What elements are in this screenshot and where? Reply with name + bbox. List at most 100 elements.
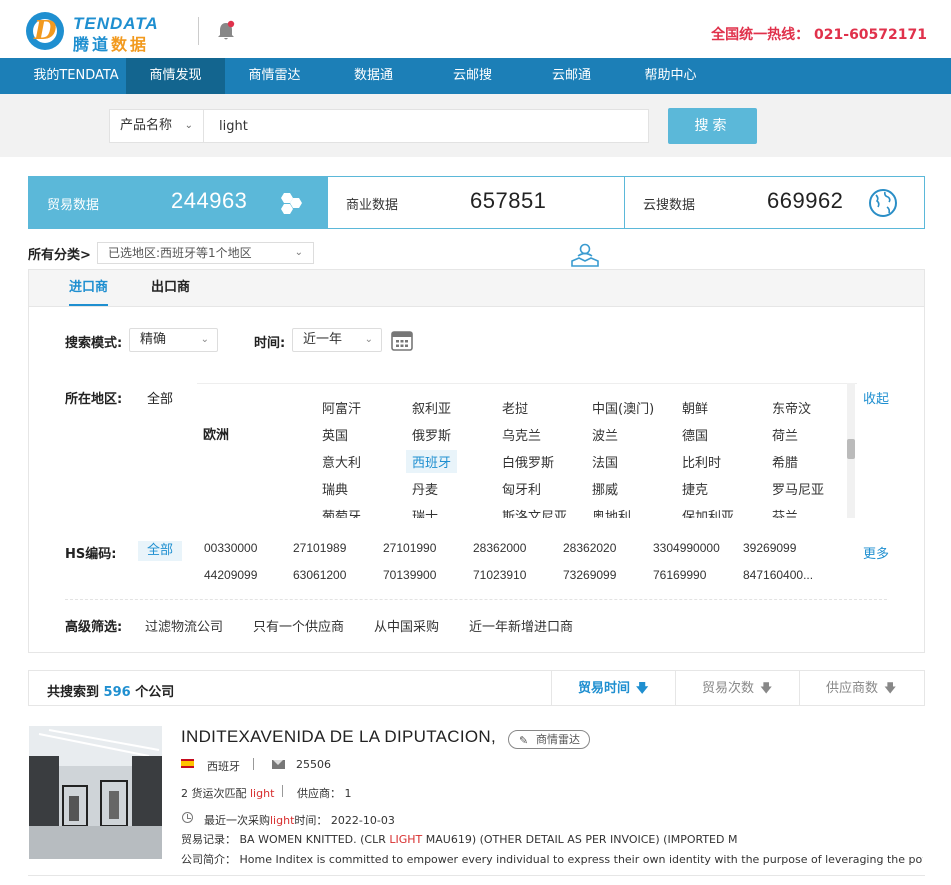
region-item[interactable]: 斯洛文尼亚 [502,506,567,518]
match-count: 2 货运次匹配 light [181,787,275,800]
hs-code[interactable]: 73269099 [563,568,616,582]
hs-code[interactable]: 3304990000 [653,541,720,555]
company-name[interactable]: INDITEXAVENIDA DE LA DIPUTACION, [181,727,496,747]
hs-code[interactable]: 71023910 [473,568,526,582]
nav-help[interactable]: 帮助中心 [621,58,720,94]
hs-all[interactable]: 全部 [138,541,182,561]
advanced-filter-label: 高级筛选: [65,620,123,635]
region-item[interactable]: 比利时 [682,452,721,471]
divider [65,599,887,600]
hs-code[interactable]: 847160400... [743,568,813,582]
region-item[interactable]: 荷兰 [772,425,798,444]
region-item[interactable]: 瑞典 [322,479,348,498]
nav-data-tong[interactable]: 数据通 [324,58,423,94]
collapse-link[interactable]: 收起 [863,388,889,407]
nav-cloud-mail[interactable]: 云邮通 [522,58,621,94]
hs-more-link[interactable]: 更多 [863,543,889,562]
hs-label: HS编码: [65,547,117,562]
stat-trade-data[interactable]: 贸易数据 244963 [29,177,328,228]
tab-exporters[interactable]: 出口商 [151,270,190,306]
hotline: 全国统一热线： 021-60572171 [711,27,927,43]
header-divider [198,17,199,45]
calendar-icon[interactable] [391,329,413,351]
region-item[interactable]: 阿富汗 [322,398,361,417]
region-item[interactable]: 罗马尼亚 [772,479,824,498]
region-item[interactable]: 中国(澳门) [592,398,654,417]
region-item[interactable]: 挪威 [592,479,618,498]
region-item[interactable]: 东帝汶 [772,398,811,417]
sort-by-supplier-count[interactable]: 供应商数 🡇 [799,671,924,705]
scroll-thumb[interactable] [847,439,855,459]
mail-icon [272,760,285,769]
hs-code[interactable]: 28362000 [473,541,526,555]
radar-badge[interactable]: ✎ 商情雷达 [508,730,590,749]
region-item[interactable]: 西班牙 [406,450,458,473]
sort-by-trade-time[interactable]: 贸易时间 🡇 [551,671,675,705]
region-summary-select[interactable]: 已选地区:西班牙等1个地区 ⌄ [97,242,314,264]
region-label: 所在地区: [65,392,123,407]
nav-my-tendata[interactable]: 我的TENDATA [26,58,126,94]
hs-code[interactable]: 27101990 [383,541,436,555]
region-item[interactable]: 葡萄牙 [322,506,361,518]
hexagon-icon [281,193,302,214]
region-item[interactable]: 白俄罗斯 [502,452,554,471]
hs-code[interactable]: 76169990 [653,568,706,582]
tab-bar: 进口商 出口商 [29,270,924,307]
region-item[interactable]: 法国 [592,452,618,471]
company-postal: 25506 [296,758,331,771]
customer-service-icon[interactable] [569,240,601,272]
region-item[interactable]: 波兰 [592,425,618,444]
region-item[interactable]: 英国 [322,425,348,444]
region-item[interactable]: 匈牙利 [502,479,541,498]
adv-filter-single-supplier[interactable]: 只有一个供应商 [253,616,344,635]
category-label[interactable]: 所有分类> [28,244,91,263]
region-item[interactable]: 德国 [682,425,708,444]
region-item[interactable]: 朝鲜 [682,398,708,417]
results-bar: 共搜索到 596 个公司 贸易时间 🡇 贸易次数 🡇 供应商数 🡇 [28,670,925,706]
stat-business-data[interactable]: 商业数据 657851 [328,177,625,228]
chevron-down-icon: ⌄ [200,334,209,345]
supplier-count: 供应商： 1 [297,787,352,800]
search-input[interactable] [205,110,645,142]
region-item[interactable]: 丹麦 [412,479,438,498]
hs-code[interactable]: 63061200 [293,568,346,582]
region-item[interactable]: 希腊 [772,452,798,471]
hs-code[interactable]: 28362020 [563,541,616,555]
tendata-logo[interactable]: D TENDATA 腾道数据 [26,12,171,54]
region-item[interactable]: 乌克兰 [502,425,541,444]
time-select[interactable]: 近一年 ⌄ [292,328,382,352]
hs-code[interactable]: 00330000 [204,541,257,555]
region-item[interactable]: 保加利亚 [682,506,734,518]
nav-radar[interactable]: 商情雷达 [225,58,324,94]
adv-filter-from-china[interactable]: 从中国采购 [374,616,439,635]
sort-by-trade-count[interactable]: 贸易次数 🡇 [675,671,799,705]
hs-code[interactable]: 39269099 [743,541,796,555]
tab-importers[interactable]: 进口商 [69,270,109,306]
nav-cloud-mail-search[interactable]: 云邮搜 [423,58,522,94]
hs-code[interactable]: 27101989 [293,541,346,555]
region-item[interactable]: 叙利亚 [412,398,451,417]
nav-discovery[interactable]: 商情发现 [126,58,225,94]
adv-filter-logistics[interactable]: 过滤物流公司 [145,616,223,635]
region-item[interactable]: 捷克 [682,479,708,498]
region-item[interactable]: 俄罗斯 [412,425,451,444]
hs-code[interactable]: 70139900 [383,568,436,582]
company-photo[interactable] [29,726,162,859]
stat-cloud-search-data[interactable]: 云搜数据 669962 [625,177,924,228]
adv-filter-new-importers[interactable]: 近一年新增进口商 [469,616,573,635]
region-item[interactable]: 老挝 [502,398,528,417]
search-button[interactable]: 搜索 [668,108,757,144]
hs-code[interactable]: 44209099 [204,568,257,582]
region-item[interactable]: 瑞士 [412,506,438,518]
bell-icon[interactable] [216,20,236,42]
search-mode-label: 搜索模式: [65,336,123,351]
search-field-select[interactable]: 产品名称 ⌄ [110,110,204,142]
region-all[interactable]: 全部 [147,388,173,407]
region-item[interactable]: 奥地利 [592,506,631,518]
region-item[interactable]: 意大利 [322,452,361,471]
region-continent[interactable]: 欧洲 [203,424,229,443]
search-mode-select[interactable]: 精确 ⌄ [129,328,218,352]
region-list: 欧洲 阿富汗 叙利亚 老挝 中国(澳门) 朝鲜 东帝汶英国 俄罗斯 乌克兰 波兰 德国 荷兰意大利 西… [197,383,857,518]
region-item[interactable]: 芬兰 [772,506,798,518]
region-scrollbar[interactable] [847,383,855,518]
